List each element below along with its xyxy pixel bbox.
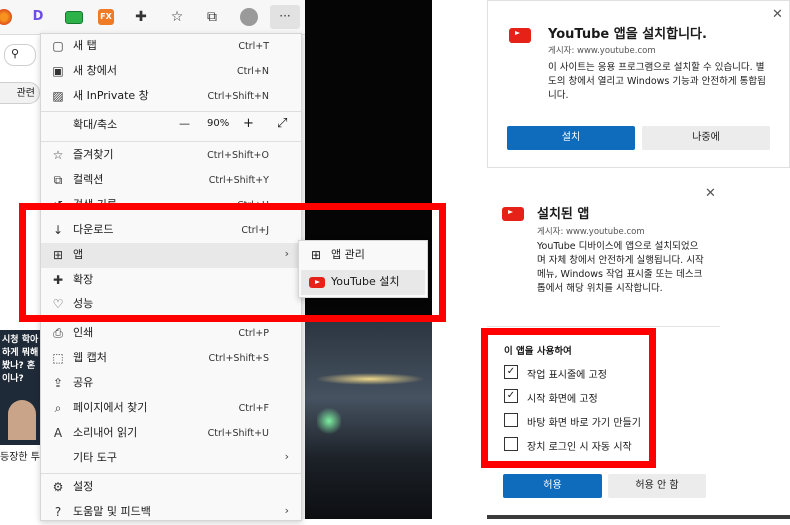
dialog-body: YouTube 디바이스에 앱으로 설치되었으며 자체 창에서 안전하게 실행됩… (537, 241, 704, 294)
new-window-icon: ▣ (52, 64, 64, 78)
green-extension-icon[interactable] (65, 11, 83, 24)
favorites-icon: ☆ (52, 148, 64, 162)
menu-item-inprivate[interactable]: ▨ 새 InPrivate 창 Ctrl+Shift+N (41, 84, 301, 109)
deny-button[interactable]: 허용 안 함 (608, 474, 706, 498)
read-aloud-icon: A (53, 426, 63, 440)
menu-item-shortcut: Ctrl+Shift+N (207, 91, 269, 102)
allow-button[interactable]: 허용 (503, 474, 602, 498)
chevron-right-icon: › (284, 504, 289, 517)
menu-item-label: 새 탭 (73, 39, 97, 52)
menu-item-label: 공유 (73, 376, 94, 389)
favorites-icon[interactable]: ☆ (169, 9, 185, 25)
menu-item-more-tools[interactable]: 기타 도구 › (41, 446, 301, 471)
menu-item-label: 도움말 및 피드백 (73, 505, 151, 518)
menu-item-new-window[interactable]: ▣ 새 창에서 Ctrl+N (41, 59, 301, 84)
youtube-icon (502, 207, 524, 221)
menu-item-shortcut: Ctrl+Shift+U (207, 428, 269, 439)
menu-item-shortcut: Ctrl+Shift+Y (208, 175, 269, 186)
highlight-box-options (481, 328, 656, 468)
publisher-text: 게시자: www.youtube.com (548, 46, 656, 56)
menu-item-zoom: 확대/축소 — 90% + ⤢ (41, 113, 301, 138)
menu-item-label: 새 창에서 (73, 64, 117, 77)
menu-item-read-aloud[interactable]: A 소리내어 읽기 Ctrl+Shift+U (41, 421, 301, 446)
menu-item-shortcut: Ctrl+P (238, 328, 269, 339)
extension-icon-orange[interactable] (0, 9, 12, 25)
menu-item-label: 인쇄 (73, 326, 94, 339)
menu-item-label: 웹 캡처 (73, 351, 107, 364)
help-icon: ? (54, 505, 62, 519)
menu-item-label: 페이지에서 찾기 (73, 401, 148, 414)
more-icon[interactable]: ··· (270, 5, 300, 29)
publisher-text: 게시자: www.youtube.com (537, 227, 645, 237)
close-icon[interactable]: ✕ (772, 7, 783, 22)
highlight-box-apps (19, 203, 446, 322)
background-strip (487, 515, 790, 519)
menu-item-settings[interactable]: ⚙ 설정 (41, 475, 301, 500)
puzzle-icon[interactable]: ✚ (133, 9, 149, 25)
new-tab-icon: ▢ (52, 39, 64, 53)
menu-item-label: 새 InPrivate 창 (73, 89, 149, 102)
menu-item-shortcut: Ctrl+N (237, 66, 269, 77)
inprivate-icon: ▨ (52, 89, 64, 103)
menu-item-label: 확대/축소 (73, 118, 118, 131)
dialog-body: 이 사이트는 응용 프로그램으로 설치할 수 있습니다. 별도의 창에서 열리고… (548, 62, 766, 101)
video-caption[interactable]: 등장한 투 (0, 448, 40, 463)
menu-item-shortcut: Ctrl+F (238, 403, 269, 414)
menu-item-shortcut: Ctrl+T (238, 41, 269, 52)
menu-item-web-capture[interactable]: ⬚ 웹 캡처 Ctrl+Shift+S (41, 346, 301, 371)
menu-item-help[interactable]: ? 도움말 및 피드백 › (41, 500, 301, 525)
menu-item-find[interactable]: ⌕ 페이지에서 찾기 Ctrl+F (41, 396, 301, 421)
menu-item-new-tab[interactable]: ▢ 새 탭 Ctrl+T (41, 34, 301, 59)
menu-item-share[interactable]: ⇪ 공유 (41, 371, 301, 396)
profile-icon[interactable] (240, 8, 258, 26)
search-icon[interactable]: ⚲ (4, 44, 36, 66)
tag-chip[interactable]: 관련 (0, 82, 40, 104)
chevron-right-icon: › (284, 450, 289, 463)
zoom-out-button[interactable]: — (179, 117, 190, 130)
browser-toolbar: D FX ✚ ☆ ⧉ ··· (0, 0, 305, 35)
find-icon: ⌕ (54, 401, 62, 415)
menu-item-favorites[interactable]: ☆ 즐겨찾기 Ctrl+Shift+O (41, 143, 301, 168)
menu-item-print[interactable]: ⎙ 인쇄 Ctrl+P (41, 321, 301, 346)
zoom-value: 90% (207, 118, 230, 129)
zoom-in-button[interactable]: + (243, 116, 254, 131)
dialog-title: 설치된 앱 (537, 207, 590, 222)
install-button[interactable]: 설치 (507, 126, 635, 150)
share-icon: ⇪ (52, 376, 64, 390)
fullscreen-icon[interactable]: ⤢ (277, 116, 287, 131)
print-icon: ⎙ (53, 326, 63, 340)
web-capture-icon: ⬚ (52, 351, 64, 365)
divider (487, 326, 720, 327)
menu-item-shortcut: Ctrl+Shift+S (208, 353, 269, 364)
menu-divider (41, 111, 301, 112)
menu-item-label: 즐겨찾기 (73, 148, 114, 161)
thumbnail-text: 시청 학아 하게 뭐해 봤나? 혼이나? (2, 335, 39, 384)
menu-divider (41, 473, 301, 474)
fx-extension-icon[interactable]: FX (98, 9, 114, 25)
collections-icon: ⧉ (53, 173, 63, 187)
menu-item-collections[interactable]: ⧉ 컬렉션 Ctrl+Shift+Y (41, 168, 301, 193)
menu-item-shortcut: Ctrl+Shift+O (207, 150, 269, 161)
close-icon[interactable]: ✕ (705, 186, 716, 201)
background-image (305, 318, 432, 519)
menu-item-label: 기타 도구 (73, 451, 117, 464)
install-app-dialog: YouTube 앱을 설치합니다. 게시자: www.youtube.com 이… (487, 0, 790, 168)
d-extension-icon[interactable]: D (30, 9, 46, 25)
menu-divider (41, 141, 301, 142)
later-button[interactable]: 나중에 (642, 126, 770, 150)
settings-icon: ⚙ (52, 480, 64, 494)
menu-item-label: 소리내어 읽기 (73, 426, 138, 439)
youtube-icon (509, 28, 531, 43)
video-thumbnail[interactable]: 시청 학아 하게 뭐해 봤나? 혼이나? (0, 330, 40, 445)
dialog-title: YouTube 앱을 설치합니다. (548, 27, 707, 42)
menu-item-label: 설정 (73, 480, 94, 493)
menu-item-label: 컬렉션 (73, 173, 104, 186)
collections-icon[interactable]: ⧉ (204, 9, 220, 25)
